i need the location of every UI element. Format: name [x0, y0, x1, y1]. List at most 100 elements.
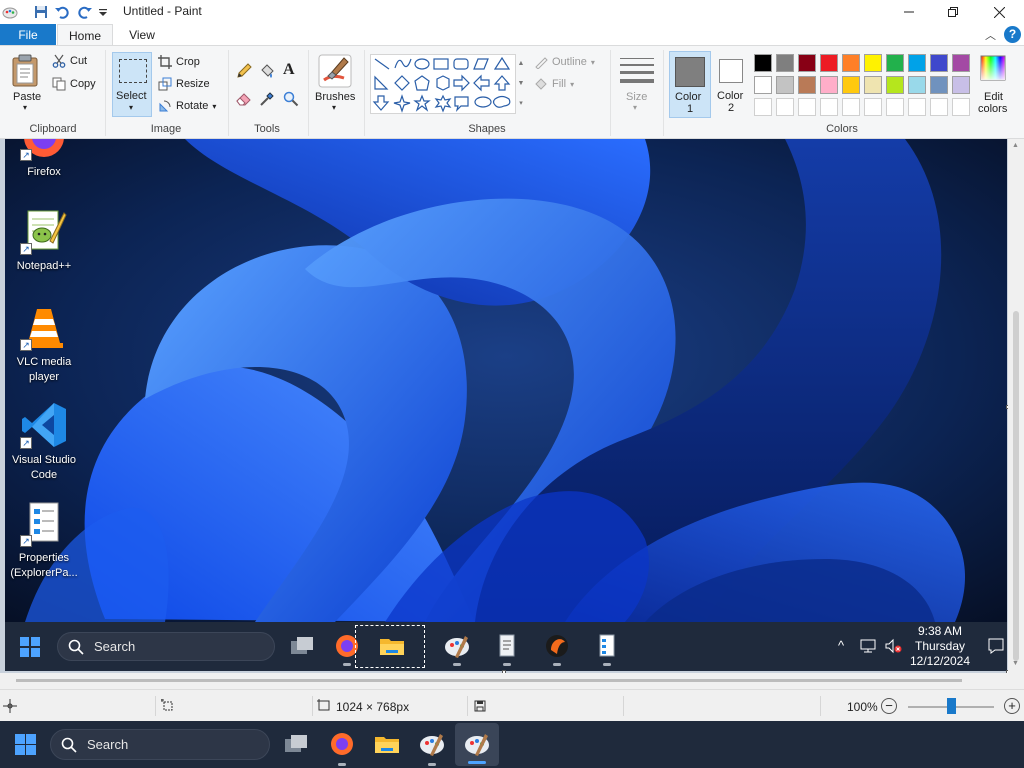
canvas-area[interactable]: ↗ Firefox ↗ Notepad++ ↗ VLC media player… — [0, 139, 1024, 689]
palette-swatch[interactable] — [952, 54, 970, 72]
pencil-icon[interactable] — [236, 63, 252, 79]
fill-bucket-icon[interactable] — [259, 63, 275, 79]
palette-swatch[interactable] — [908, 76, 926, 94]
app-taskbar-icon[interactable] — [543, 632, 571, 660]
rotate-button[interactable]: Rotate ▾ — [158, 99, 216, 113]
palette-swatch[interactable] — [886, 76, 904, 94]
brushes-button[interactable]: Brushes — [315, 91, 355, 103]
palette-swatch[interactable] — [908, 54, 926, 72]
palette-swatch[interactable] — [930, 54, 948, 72]
save-icon[interactable] — [33, 4, 49, 20]
paste-dropdown-icon[interactable]: ▾ — [23, 103, 27, 112]
shapes-gallery[interactable] — [370, 54, 516, 114]
custom-color-slot[interactable] — [842, 98, 860, 116]
horizontal-scrollbar[interactable] — [0, 673, 1008, 689]
palette-swatch[interactable] — [864, 54, 882, 72]
color2-button[interactable]: Color 2 — [713, 51, 749, 118]
cut-button[interactable]: Cut — [52, 54, 87, 68]
size-dropdown-icon[interactable]: ▾ — [633, 103, 637, 112]
network-icon[interactable] — [860, 638, 878, 654]
zoom-slider-track[interactable] — [908, 698, 994, 714]
clock[interactable]: 9:38 AM Thursday 12/12/2024 — [905, 624, 975, 669]
collapse-ribbon-icon[interactable]: ︿ — [985, 27, 996, 43]
palette-swatch[interactable] — [798, 76, 816, 94]
palette-swatch[interactable] — [842, 54, 860, 72]
paste-icon[interactable] — [10, 54, 42, 90]
custom-color-slot[interactable] — [930, 98, 948, 116]
palette-swatch[interactable] — [842, 76, 860, 94]
shapes-scroll[interactable]: ▲ ▼ ▾ — [517, 54, 525, 114]
palette-swatch[interactable] — [776, 54, 794, 72]
firefox-taskbar-icon[interactable] — [328, 730, 356, 758]
brushes-icon[interactable] — [318, 54, 352, 88]
paint-taskbar-icon[interactable] — [418, 730, 446, 758]
tab-file[interactable]: File — [0, 24, 56, 46]
edit-colors-icon[interactable] — [980, 55, 1006, 81]
zoom-slider-thumb[interactable] — [946, 698, 956, 714]
scroll-down-icon[interactable]: ▼ — [1012, 660, 1019, 667]
fill-button[interactable]: Fill ▾ — [534, 77, 574, 91]
properties-taskbar-icon[interactable] — [593, 632, 621, 660]
shapes-gallery-icons[interactable] — [371, 55, 517, 115]
custom-color-slot[interactable] — [820, 98, 838, 116]
palette-swatch[interactable] — [798, 54, 816, 72]
custom-color-slot[interactable] — [886, 98, 904, 116]
minimize-button[interactable] — [886, 0, 932, 24]
screenshot-search-box[interactable]: Search — [57, 632, 275, 661]
undo-icon[interactable] — [54, 4, 70, 20]
palette-swatch[interactable] — [864, 76, 882, 94]
size-button[interactable]: Size — [626, 91, 647, 103]
notepad-taskbar-icon[interactable] — [493, 632, 521, 660]
palette-swatch[interactable] — [754, 54, 772, 72]
taskbar-search-box[interactable]: Search — [50, 729, 270, 760]
text-tool-icon[interactable]: A — [283, 61, 295, 79]
zoom-out-button[interactable]: − — [881, 698, 897, 714]
task-view-icon[interactable] — [282, 730, 310, 758]
palette-swatch[interactable] — [820, 76, 838, 94]
palette-swatch[interactable] — [820, 54, 838, 72]
file-explorer-taskbar-icon[interactable] — [378, 632, 406, 660]
vertical-scroll-thumb[interactable] — [1013, 311, 1019, 661]
custom-color-slot[interactable] — [908, 98, 926, 116]
paste-button[interactable]: Paste — [13, 91, 41, 103]
custom-color-slot[interactable] — [864, 98, 882, 116]
notifications-icon[interactable] — [987, 637, 1005, 655]
resize-button[interactable]: Resize — [158, 77, 210, 91]
close-button[interactable] — [976, 0, 1022, 24]
file-explorer-taskbar-icon[interactable] — [373, 730, 401, 758]
help-icon[interactable]: ? — [1004, 26, 1021, 43]
start-icon[interactable] — [20, 637, 40, 657]
magnifier-icon[interactable] — [283, 91, 299, 107]
palette-swatch[interactable] — [776, 76, 794, 94]
palette-swatch[interactable] — [930, 76, 948, 94]
select-button[interactable]: Select ▾ — [112, 52, 152, 117]
start-icon[interactable] — [15, 734, 36, 755]
custom-color-slot[interactable] — [754, 98, 772, 116]
tab-home[interactable]: Home — [57, 24, 113, 46]
palette-swatch[interactable] — [952, 76, 970, 94]
desktop-icon-properties[interactable]: ↗ Properties (ExplorerPa... — [5, 499, 84, 581]
eraser-icon[interactable] — [236, 91, 252, 107]
custom-color-slot[interactable] — [776, 98, 794, 116]
customize-quick-access-icon[interactable] — [98, 4, 114, 20]
copy-button[interactable]: Copy — [52, 77, 96, 91]
outline-button[interactable]: Outline ▾ — [534, 55, 595, 69]
brushes-dropdown-icon[interactable]: ▾ — [332, 103, 336, 112]
desktop-icon-vscode[interactable]: ↗ Visual Studio Code — [5, 401, 84, 483]
vertical-scrollbar[interactable]: ▲ ▼ — [1008, 139, 1024, 689]
size-icon[interactable] — [620, 58, 654, 83]
color-picker-icon[interactable] — [259, 91, 275, 107]
maximize-button[interactable] — [930, 0, 976, 24]
color1-button[interactable]: Color 1 — [669, 51, 711, 118]
custom-color-slot[interactable] — [798, 98, 816, 116]
canvas-image[interactable]: ↗ Firefox ↗ Notepad++ ↗ VLC media player… — [5, 139, 1007, 671]
edit-colors-label-2[interactable]: colors — [978, 103, 1007, 115]
scroll-up-icon[interactable]: ▲ — [1012, 142, 1019, 149]
desktop-icon-notepadpp[interactable]: ↗ Notepad++ — [5, 207, 84, 274]
crop-button[interactable]: Crop — [158, 55, 200, 69]
task-view-icon[interactable] — [288, 632, 316, 660]
active-app-highlight[interactable] — [455, 723, 499, 766]
horizontal-scroll-thumb[interactable] — [16, 679, 962, 682]
edit-colors-label[interactable]: Edit — [984, 91, 1003, 103]
desktop-icon-firefox[interactable]: ↗ Firefox — [5, 139, 84, 180]
